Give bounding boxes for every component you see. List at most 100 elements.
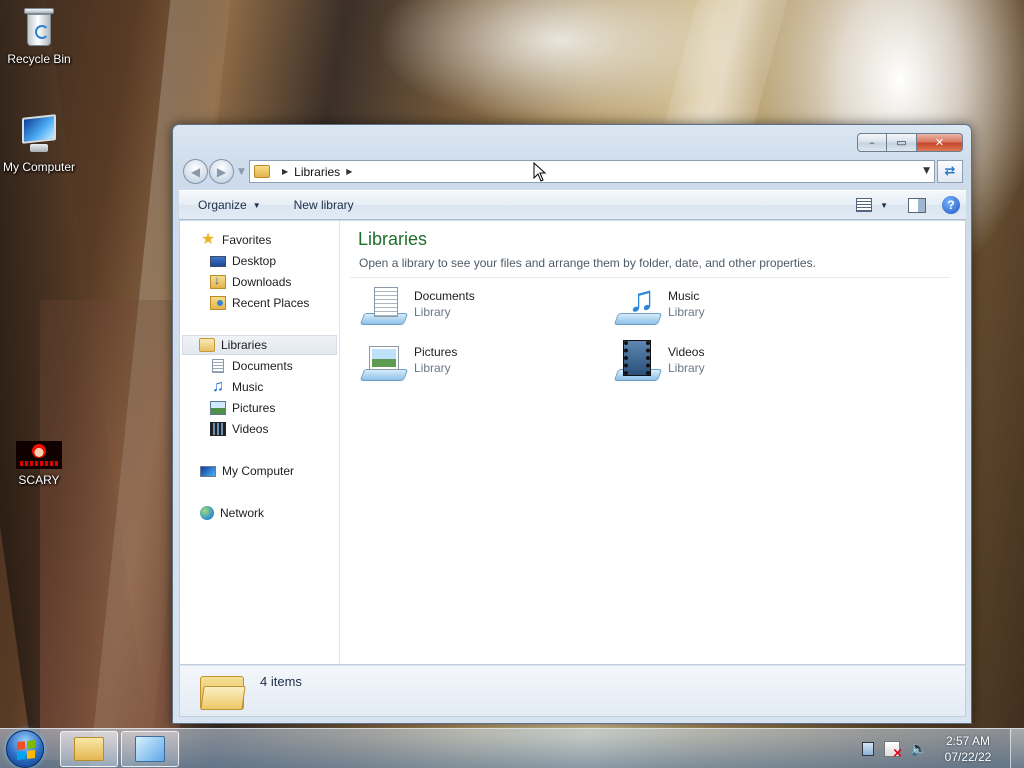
- star-icon: ★: [200, 231, 216, 248]
- nav-item-label: Network: [220, 506, 265, 520]
- back-button[interactable]: ◀: [183, 159, 208, 184]
- view-options-button[interactable]: ▼: [880, 201, 888, 210]
- nav-item-documents[interactable]: Documents: [210, 356, 293, 376]
- command-bar: Organize ▼ New library ▼ ?: [179, 190, 966, 220]
- organize-button[interactable]: Organize ▼: [179, 198, 275, 212]
- desktop-icon-recycle-bin[interactable]: Recycle Bin: [0, 6, 79, 66]
- nav-item-videos[interactable]: Videos: [210, 419, 268, 439]
- library-item-pictures[interactable]: Pictures Library: [359, 339, 600, 387]
- control-panel-icon: [135, 736, 165, 762]
- nav-item-label: Videos: [232, 422, 269, 436]
- desktop-icon-scary[interactable]: SCARY: [0, 441, 79, 487]
- page-description: Open a library to see your files and arr…: [359, 256, 816, 270]
- maximize-button[interactable]: ▭: [887, 133, 917, 152]
- forward-arrow-icon: ▶: [216, 164, 227, 179]
- nav-item-label: Favorites: [222, 233, 272, 247]
- folder-icon: [200, 672, 246, 712]
- system-tray: 🔈 2:57 AM 07/22/22: [862, 729, 1024, 768]
- network-status-icon[interactable]: [862, 742, 874, 756]
- folder-icon: [74, 737, 104, 761]
- forward-button[interactable]: ▶: [209, 159, 234, 184]
- library-kind: Library: [414, 305, 451, 319]
- libraries-icon: [199, 338, 215, 352]
- volume-icon[interactable]: 🔈: [910, 741, 927, 757]
- music-library-icon: ♫: [613, 281, 663, 331]
- refresh-icon: ⇄: [944, 164, 956, 179]
- nav-item-label: Music: [232, 380, 264, 394]
- recent-places-icon: [210, 296, 226, 310]
- library-name: Pictures: [414, 345, 458, 359]
- help-icon[interactable]: ?: [942, 196, 960, 214]
- new-library-label: New library: [293, 198, 354, 212]
- new-library-button[interactable]: New library: [275, 198, 368, 212]
- downloads-icon: [210, 273, 226, 289]
- preview-pane-icon[interactable]: [908, 197, 926, 213]
- nav-item-downloads[interactable]: Downloads: [210, 272, 291, 292]
- recycle-bin-icon: [22, 6, 56, 48]
- library-item-videos[interactable]: Videos Library: [613, 339, 854, 387]
- breadcrumb-separator[interactable]: ▶: [282, 167, 288, 176]
- show-desktop-button[interactable]: [1010, 729, 1024, 768]
- nav-item-label: Documents: [232, 359, 293, 373]
- taskbar: 🔈 2:57 AM 07/22/22: [0, 728, 1024, 768]
- breadcrumb-separator[interactable]: ▶: [346, 167, 352, 176]
- nav-item-network[interactable]: Network: [200, 503, 264, 523]
- desktop-icon: [210, 255, 226, 267]
- address-bar[interactable]: ▶ Libraries ▶ ▼: [249, 160, 935, 183]
- documents-icon: [212, 359, 224, 373]
- nav-item-label: Recent Places: [232, 296, 310, 310]
- nav-item-music[interactable]: ♫ Music: [210, 377, 263, 397]
- chevron-down-icon: ▼: [252, 200, 261, 210]
- page-title: Libraries: [358, 229, 428, 249]
- item-count: 4 items: [260, 674, 302, 689]
- library-kind: Library: [414, 361, 451, 375]
- details-pane: 4 items: [179, 665, 966, 717]
- explorer-window: – ▭ ✕ ◀ ▶ ▼ ▶ Libraries ▶ ▼ ⇄ Organize ▼…: [172, 124, 972, 724]
- mario-icon: [16, 441, 62, 469]
- documents-library-icon: [359, 283, 409, 331]
- nav-item-libraries[interactable]: Libraries: [182, 335, 337, 355]
- action-center-icon[interactable]: [884, 741, 903, 761]
- start-button[interactable]: [6, 730, 44, 768]
- pictures-library-icon: [359, 339, 409, 387]
- nav-item-label: Libraries: [221, 338, 268, 352]
- recent-pages-button[interactable]: ▼: [238, 167, 245, 177]
- libraries-icon: [254, 165, 270, 178]
- library-item-music[interactable]: ♫ Music Library: [613, 281, 854, 331]
- wallpaper-streak: [40, 300, 180, 760]
- nav-item-pictures[interactable]: Pictures: [210, 398, 275, 418]
- pictures-icon: [210, 401, 226, 415]
- close-button[interactable]: ✕: [917, 133, 963, 152]
- music-note-icon: ♫: [212, 378, 224, 395]
- window-controls: – ▭ ✕: [857, 133, 963, 152]
- desktop-icon-my-computer[interactable]: My Computer: [0, 114, 79, 174]
- clock-time: 2:57 AM: [945, 734, 991, 748]
- clock[interactable]: 2:57 AM 07/22/22: [936, 733, 1000, 765]
- navigation-bar: ◀ ▶ ▼ ▶ Libraries ▶ ▼ ⇄: [181, 159, 964, 185]
- library-kind: Library: [668, 305, 705, 319]
- nav-item-recent-places[interactable]: Recent Places: [210, 293, 309, 313]
- back-arrow-icon: ◀: [190, 164, 201, 179]
- windows-logo-icon: [17, 740, 35, 760]
- change-view-icon[interactable]: [856, 198, 873, 212]
- address-dropdown-button[interactable]: ▼: [923, 166, 930, 176]
- desktop-icon-label: My Computer: [2, 160, 76, 174]
- refresh-button[interactable]: ⇄: [937, 160, 963, 183]
- library-content: Libraries Open a library to see your fil…: [350, 221, 956, 664]
- navigation-pane: ★ Favorites Desktop Downloads Recent Pla…: [180, 221, 340, 664]
- library-name: Videos: [668, 345, 705, 359]
- nav-item-desktop[interactable]: Desktop: [210, 251, 276, 271]
- nav-item-favorites[interactable]: ★ Favorites: [200, 230, 272, 250]
- videos-library-icon: [613, 339, 663, 387]
- library-name: Documents: [414, 289, 475, 303]
- network-icon: [200, 506, 214, 520]
- breadcrumb-libraries[interactable]: Libraries: [294, 165, 340, 179]
- taskbar-button-control-panel[interactable]: [121, 731, 179, 767]
- taskbar-button-explorer[interactable]: [60, 731, 118, 767]
- library-item-documents[interactable]: Documents Library: [359, 283, 600, 331]
- nav-item-my-computer[interactable]: My Computer: [200, 461, 294, 481]
- computer-icon: [200, 465, 216, 477]
- nav-item-label: My Computer: [222, 464, 295, 478]
- minimize-button[interactable]: –: [857, 133, 887, 152]
- videos-icon: [210, 422, 226, 436]
